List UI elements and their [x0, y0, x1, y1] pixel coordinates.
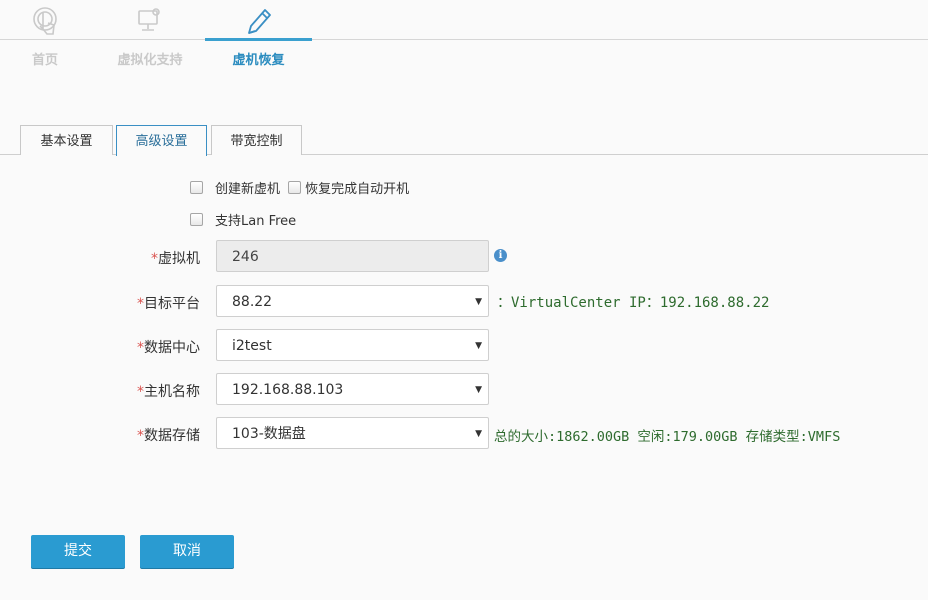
touch-icon: [0, 5, 110, 37]
required-mark: *: [137, 428, 144, 444]
datacenter-label: *数据中心: [60, 337, 200, 357]
tab-basic-settings[interactable]: 基本设置: [20, 125, 113, 155]
option-row-lanfree: 支持Lan Free: [190, 210, 296, 229]
datastore-label-text: 数据存储: [144, 428, 200, 444]
datastore-value: 103-数据盘: [232, 426, 306, 442]
vm-label: *虚拟机: [60, 248, 200, 268]
auto-start-label: 恢复完成自动开机: [305, 182, 410, 197]
vm-value: 246: [232, 249, 259, 265]
platform-label: *目标平台: [60, 293, 200, 313]
chevron-down-icon: ▼: [475, 341, 482, 351]
chevron-down-icon: ▼: [475, 385, 482, 395]
host-select[interactable]: 192.168.88.103 ▼: [216, 373, 489, 405]
datastore-label: *数据存储: [60, 425, 200, 445]
nav-item-home[interactable]: 首页: [0, 0, 110, 75]
create-vm-checkbox[interactable]: [190, 181, 203, 194]
settings-tabs: 基本设置 高级设置 带宽控制: [0, 125, 928, 156]
datacenter-value: i2test: [232, 338, 272, 354]
platform-value: 88.22: [232, 294, 273, 310]
nav-item-virtualization-label: 虚拟化支持: [117, 53, 183, 68]
host-label: *主机名称: [60, 381, 200, 401]
datacenter-select[interactable]: i2test ▼: [216, 329, 489, 361]
nav-item-vm-restore-label: 虚机恢复: [232, 53, 285, 68]
nav-item-home-label: 首页: [31, 53, 58, 68]
vm-field: 246: [216, 240, 489, 272]
cancel-button[interactable]: 取消: [140, 535, 234, 568]
host-label-text: 主机名称: [144, 384, 200, 400]
auto-start-checkbox[interactable]: [288, 181, 302, 194]
nav-item-virtualization[interactable]: 虚拟化支持: [95, 0, 205, 75]
top-navigation: 首页 虚拟化支持 虚机恢复: [0, 0, 928, 75]
lan-free-checkbox[interactable]: [190, 213, 203, 226]
required-mark: *: [137, 296, 144, 312]
tab-advanced-settings[interactable]: 高级设置: [116, 125, 207, 156]
chevron-down-icon: ▼: [475, 297, 482, 307]
platform-note: ：VirtualCenter IP：192.168.88.22: [497, 295, 770, 311]
chevron-down-icon: ▼: [475, 429, 482, 439]
datastore-note: 总的大小:1862.00GB 空闲:179.00GB 存储类型:VMFS: [494, 429, 841, 445]
vm-label-text: 虚拟机: [158, 251, 200, 267]
monitor-settings-icon: [95, 5, 205, 37]
datastore-select[interactable]: 103-数据盘 ▼: [216, 417, 489, 449]
submit-button[interactable]: 提交: [31, 535, 125, 568]
platform-select[interactable]: 88.22 ▼: [216, 285, 489, 317]
option-row-create: 创建新虚机 恢复完成自动开机: [190, 178, 409, 197]
lan-free-label: 支持Lan Free: [215, 214, 297, 229]
required-mark: *: [137, 384, 144, 400]
info-icon[interactable]: i: [494, 249, 507, 262]
required-mark: *: [151, 251, 158, 267]
platform-label-text: 目标平台: [144, 296, 200, 312]
pencil-icon: [205, 5, 312, 37]
datacenter-label-text: 数据中心: [144, 340, 200, 356]
nav-item-vm-restore[interactable]: 虚机恢复: [205, 0, 312, 75]
active-nav-indicator: [205, 38, 312, 41]
host-value: 192.168.88.103: [232, 382, 344, 398]
create-vm-label: 创建新虚机: [215, 182, 281, 197]
required-mark: *: [137, 340, 144, 356]
tab-bandwidth-control[interactable]: 带宽控制: [211, 125, 302, 155]
